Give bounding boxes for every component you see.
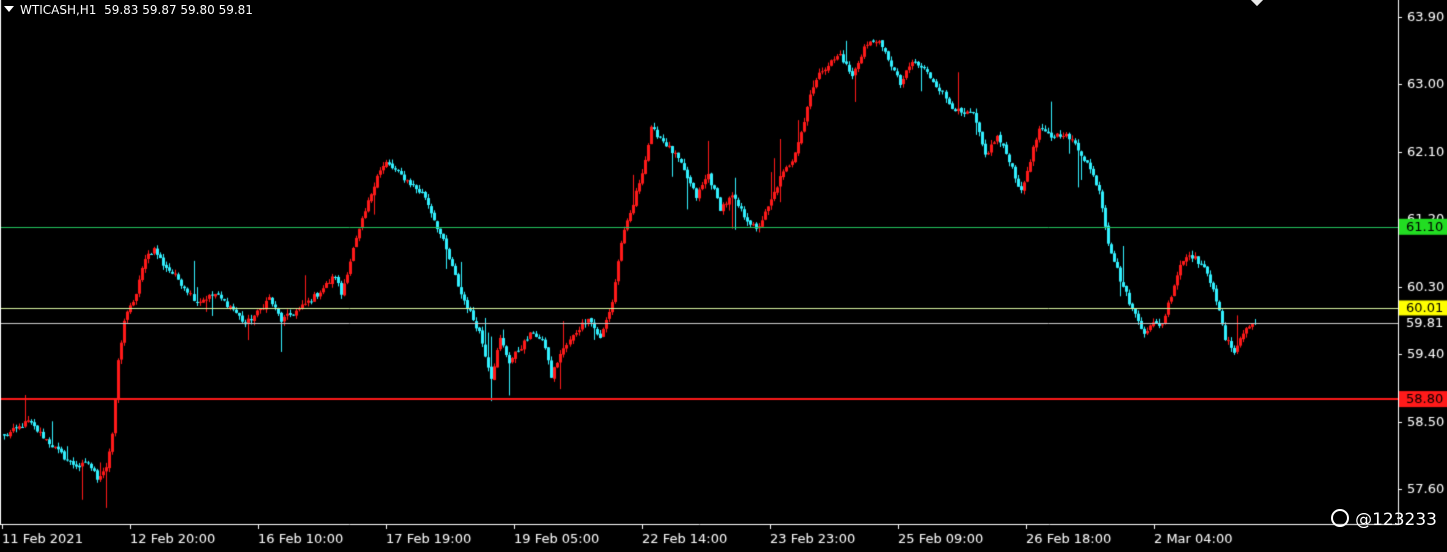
weibo-logo-icon (1331, 509, 1350, 527)
chart-header: WTICASH,H1 59.83 59.87 59.80 59.81 (4, 3, 253, 17)
dropdown-triangle-icon[interactable] (4, 5, 14, 12)
symbol-label: WTICASH,H1 (20, 3, 97, 17)
price-chart-canvas[interactable] (0, 0, 1447, 552)
watermark: @123233 (1331, 509, 1437, 530)
ohlc-values: 59.83 59.87 59.80 59.81 (104, 3, 253, 17)
watermark-text: @123233 (1355, 510, 1437, 530)
